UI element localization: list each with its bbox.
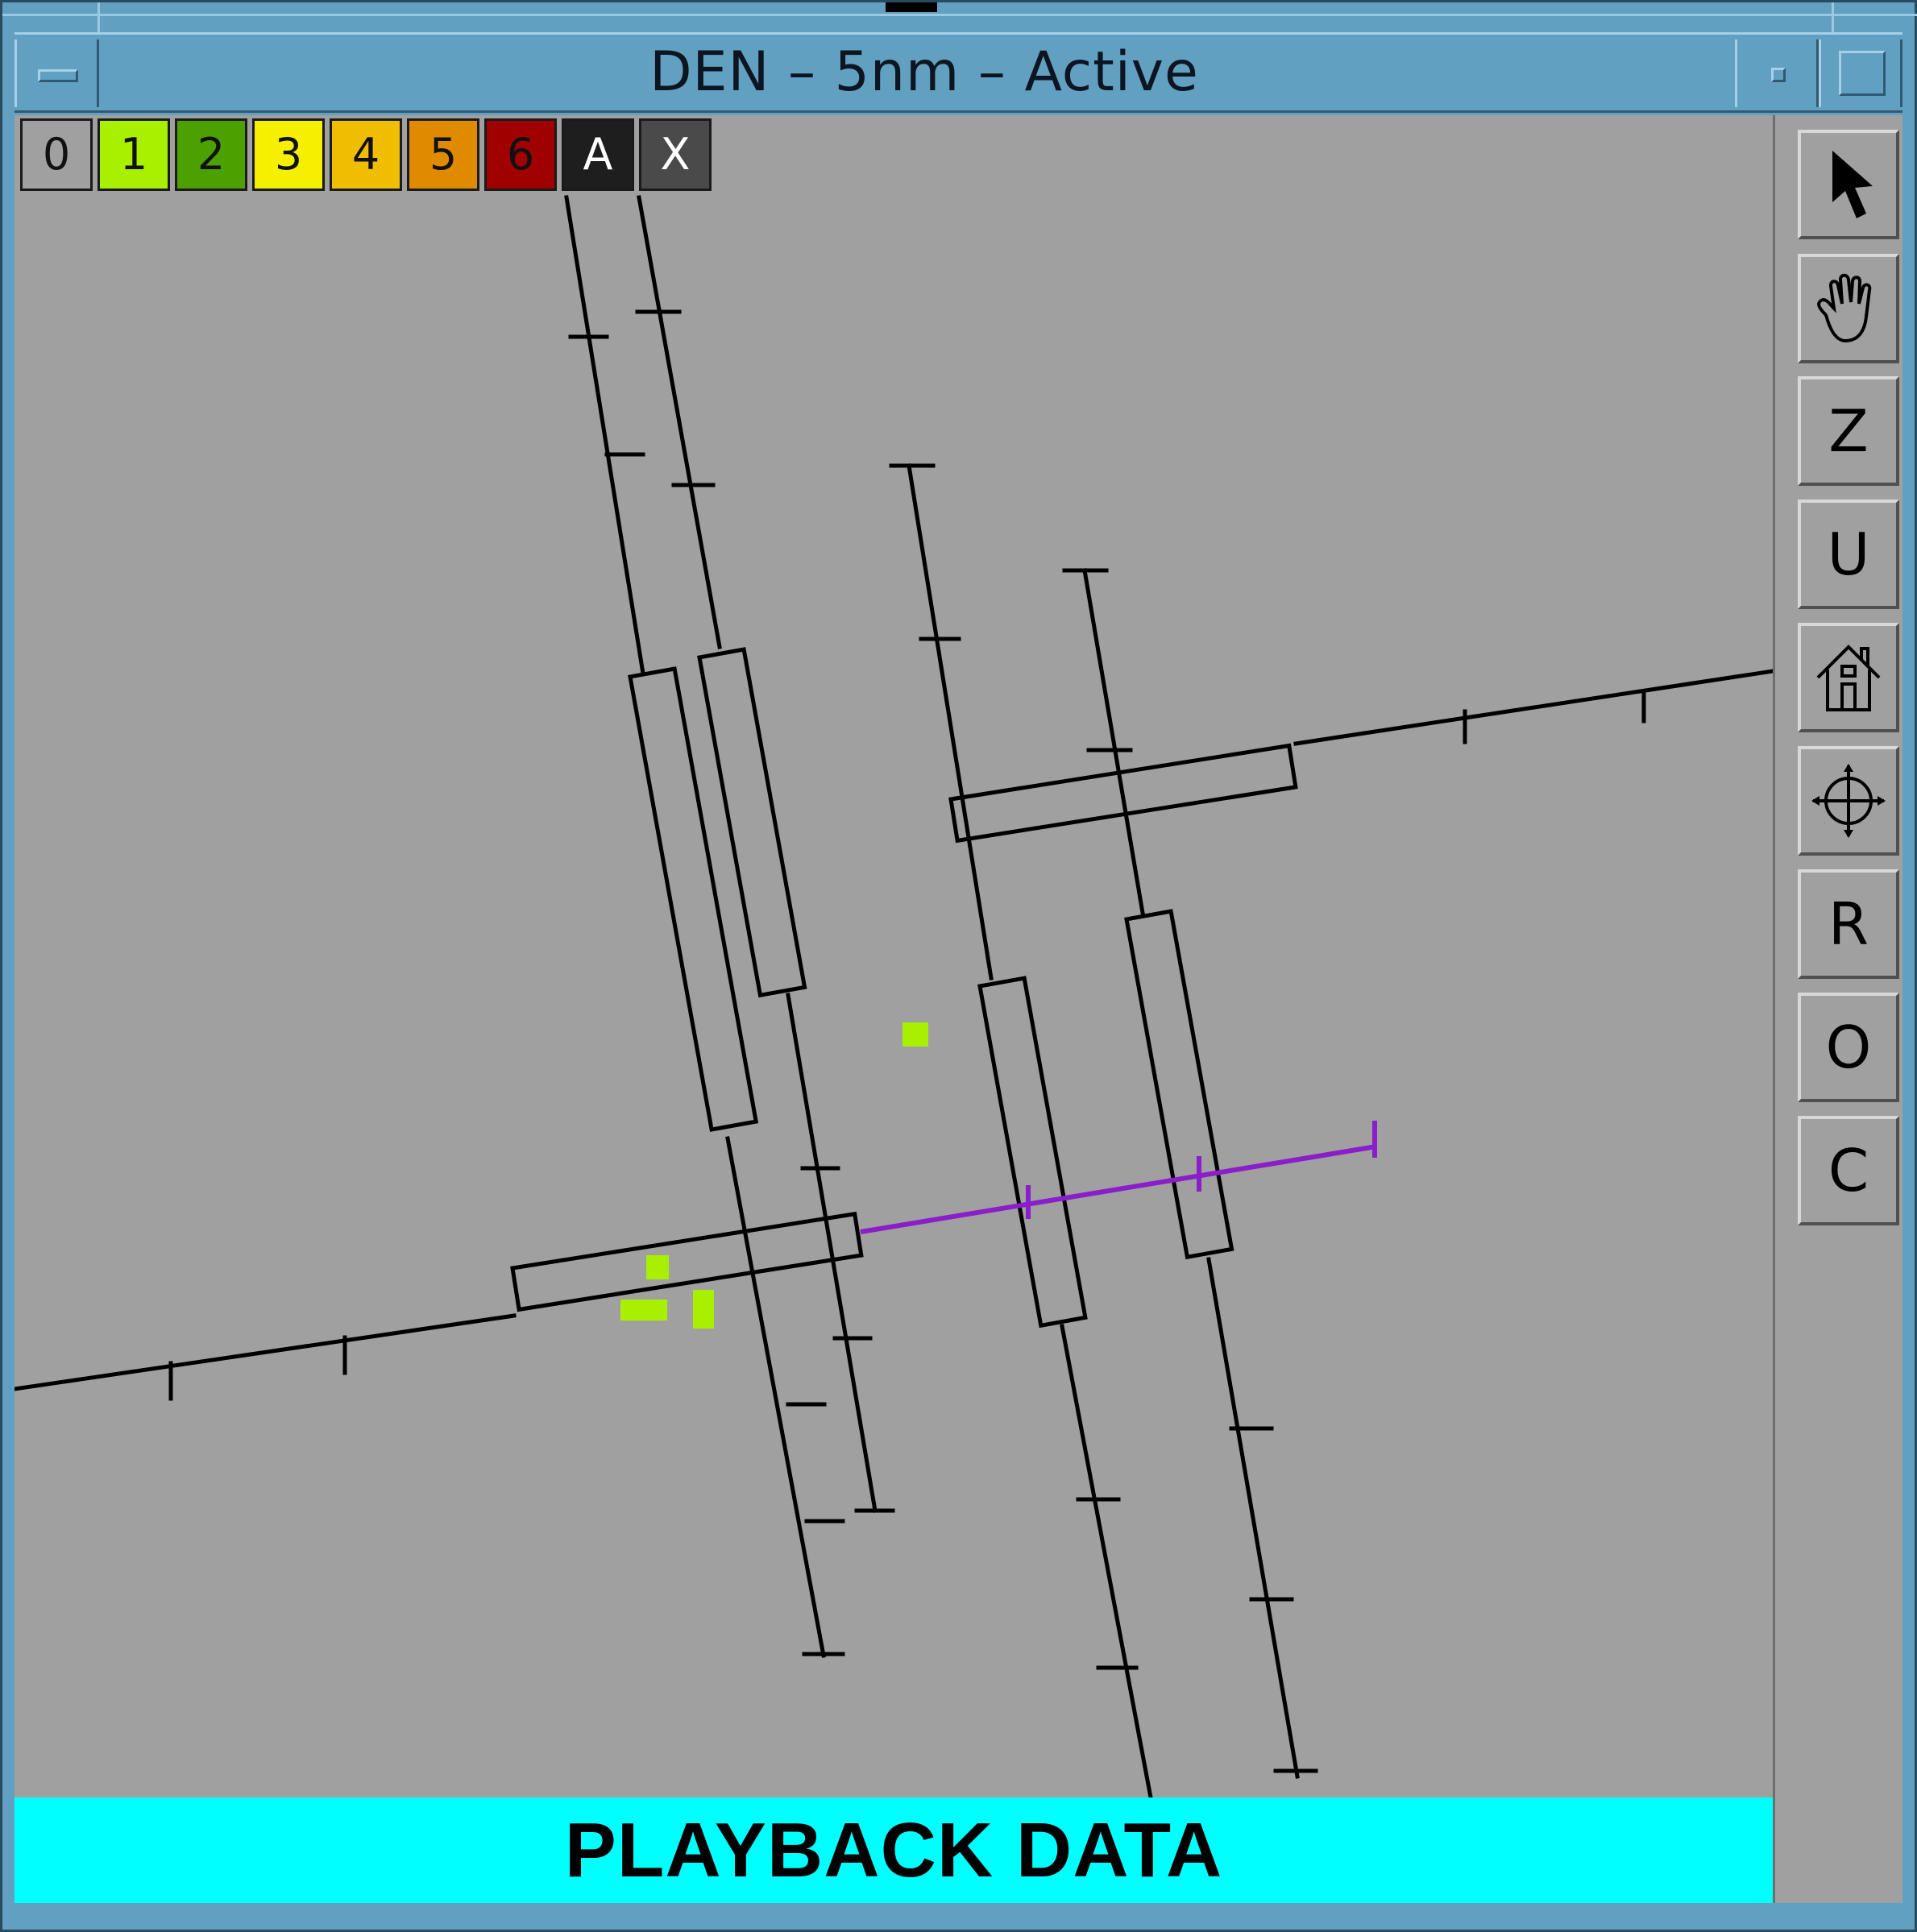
title-bar[interactable]: DEN – 5nm – Active	[15, 32, 1902, 113]
runway-centerline	[15, 1313, 517, 1391]
runway-box	[1124, 909, 1234, 1260]
approach-tick	[1026, 1121, 1377, 1219]
weather-cell	[620, 1300, 667, 1320]
radar-map-display[interactable]	[15, 115, 1773, 1797]
runway-box	[628, 666, 759, 1132]
runway-tick	[568, 334, 845, 1656]
crosshair-icon	[1811, 764, 1886, 838]
weather-cells	[620, 1022, 928, 1329]
playback-banner: PLAYBACK DATA	[15, 1797, 1773, 1903]
level-filter-button-x[interactable]: X	[639, 118, 712, 191]
weather-cell	[646, 1255, 669, 1279]
runway-centerline	[564, 195, 826, 1658]
level-filter-button-a[interactable]: A	[562, 118, 634, 191]
level-filter-button-0[interactable]: 0	[20, 118, 93, 191]
home-tool-button[interactable]	[1798, 623, 1899, 732]
r-tool-button[interactable]: R	[1798, 869, 1899, 979]
runway-tick	[1463, 690, 1646, 744]
c-icon: C	[1828, 1137, 1869, 1204]
arrow-pointer-icon	[1832, 151, 1873, 218]
level-filter-button-6[interactable]: 6	[484, 118, 557, 191]
window-title: DEN – 5nm – Active	[649, 40, 1199, 104]
runway-box	[510, 1211, 864, 1312]
runway-box	[977, 976, 1088, 1329]
runway-centerline	[637, 195, 878, 1513]
r-icon: R	[1828, 890, 1869, 958]
level-filter-button-3[interactable]: 3	[252, 118, 325, 191]
c-tool-button[interactable]: C	[1798, 1116, 1899, 1225]
zoom-icon: Z	[1828, 397, 1869, 465]
center-tool-button[interactable]	[1798, 746, 1899, 856]
zoom-tool-button[interactable]: Z	[1798, 376, 1899, 486]
tool-palette: Z U R O C	[1773, 115, 1902, 1903]
maximize-icon	[1839, 51, 1886, 96]
level-filter-button-1[interactable]: 1	[98, 118, 170, 191]
runway-centerline	[1293, 669, 1773, 746]
weather-cell	[693, 1290, 714, 1329]
pan-tool-button[interactable]	[1798, 254, 1899, 363]
airport-runway-map	[15, 195, 1773, 1797]
runway-box	[697, 647, 807, 998]
window-menu-icon	[38, 69, 78, 82]
playback-banner-text: PLAYBACK DATA	[564, 1807, 1223, 1893]
runway-tick	[168, 1335, 347, 1401]
minimize-icon	[1771, 68, 1786, 82]
o-tool-button[interactable]: O	[1798, 993, 1899, 1102]
maximize-button[interactable]	[1819, 39, 1902, 107]
select-tool-button[interactable]	[1798, 130, 1899, 239]
frame-corner-mark	[98, 2, 100, 35]
resize-handle-top[interactable]	[886, 2, 937, 12]
unzoom-tool-button[interactable]: U	[1798, 500, 1899, 609]
unzoom-icon: U	[1827, 520, 1870, 588]
minimize-button[interactable]	[1735, 39, 1819, 107]
window-menu-button[interactable]	[15, 39, 99, 107]
level-filter-button-2[interactable]: 2	[175, 118, 247, 191]
frame-corner-mark	[1832, 2, 1834, 35]
active-approach-path	[860, 1121, 1377, 1234]
weather-level-filter-bar: 0123456AX	[20, 118, 712, 193]
weather-cell	[902, 1022, 928, 1047]
runway-tick	[1062, 568, 1318, 1773]
level-filter-button-5[interactable]: 5	[407, 118, 479, 191]
runway-centerline	[907, 463, 1153, 1797]
approach-line	[860, 1144, 1377, 1234]
frame-top-highlight	[2, 14, 1917, 16]
hand-pan-icon	[1817, 273, 1872, 343]
home-icon	[1816, 645, 1881, 711]
o-icon: O	[1825, 1014, 1872, 1081]
level-filter-button-4[interactable]: 4	[330, 118, 402, 191]
